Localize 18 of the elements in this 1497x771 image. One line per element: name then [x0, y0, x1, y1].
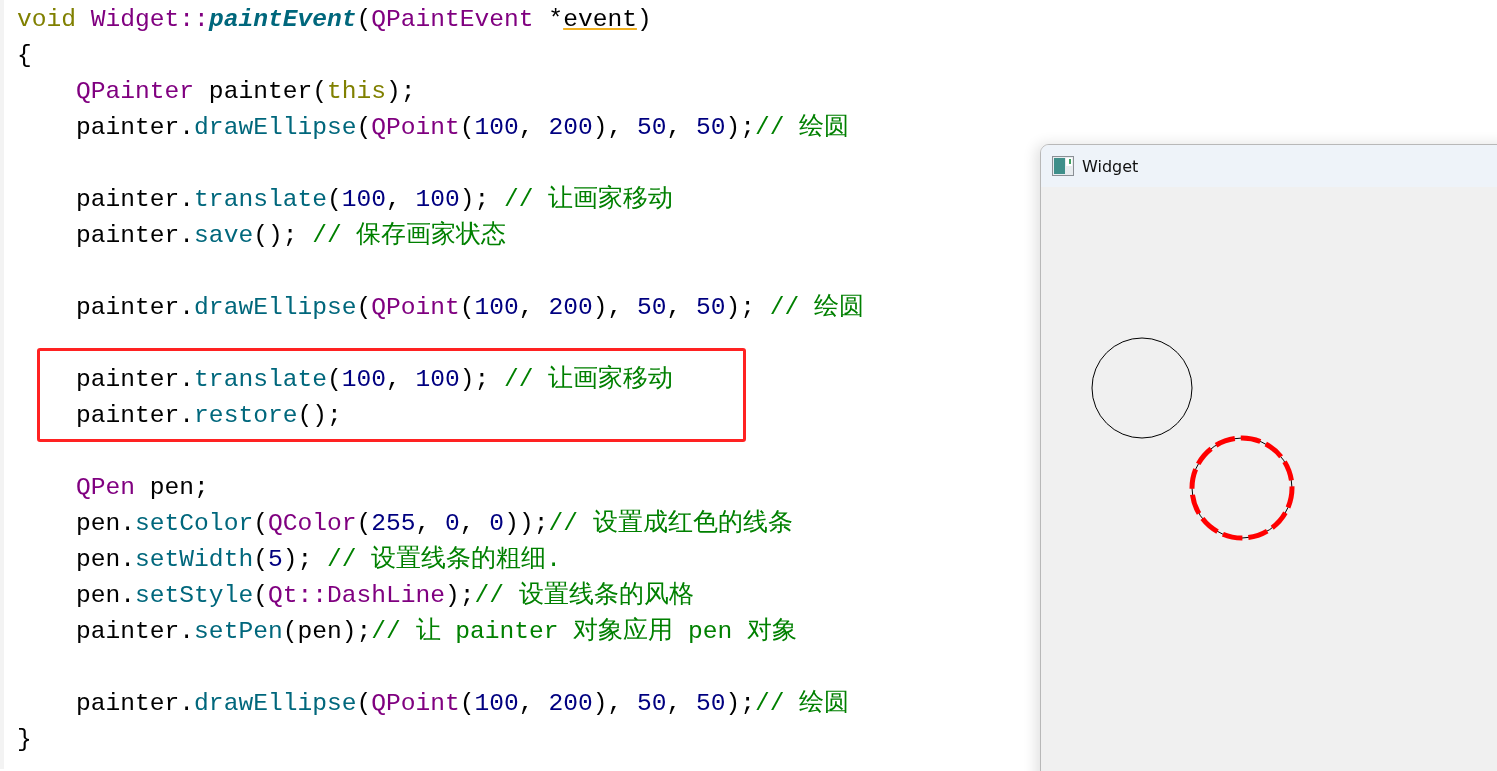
code-line: painter.restore();	[75, 401, 342, 431]
code-line: pen.setStyle(Qt::DashLine);// 设置线条的风格	[75, 580, 694, 611]
code-line: pen.setColor(QColor(255, 0, 0));// 设置成红色的线条	[75, 508, 793, 539]
code-line: painter.drawEllipse(QPoint(100, 200), 50, 50); // 绘圆	[75, 293, 865, 323]
code-line: painter.drawEllipse(QPoint(100, 200), 50, 50);// 绘圆	[75, 113, 850, 143]
code-line: pen.setWidth(5); // 设置线条的粗细.	[75, 544, 561, 575]
code-line: painter.translate(100, 100); // 让画家移动	[75, 364, 674, 395]
code-line: painter.translate(100, 100); // 让画家移动	[75, 184, 674, 215]
code-line: QPainter painter(this);	[75, 77, 416, 107]
code-line: }	[17, 725, 32, 755]
code-line: painter.save(); // 保存画家状态	[75, 220, 507, 251]
code-line: void Widget::paintEvent(QPaintEvent *event)	[17, 5, 652, 35]
code-line: {	[17, 41, 32, 71]
window-title: Widget	[1082, 156, 1139, 176]
window-icon	[1052, 156, 1074, 176]
code-line: painter.drawEllipse(QPoint(100, 200), 50, 50);// 绘圆	[75, 689, 850, 719]
code-line: QPen pen;	[75, 473, 209, 503]
code-line: painter.setPen(pen);// 让 painter 对象应用 pen 对象	[75, 616, 798, 647]
